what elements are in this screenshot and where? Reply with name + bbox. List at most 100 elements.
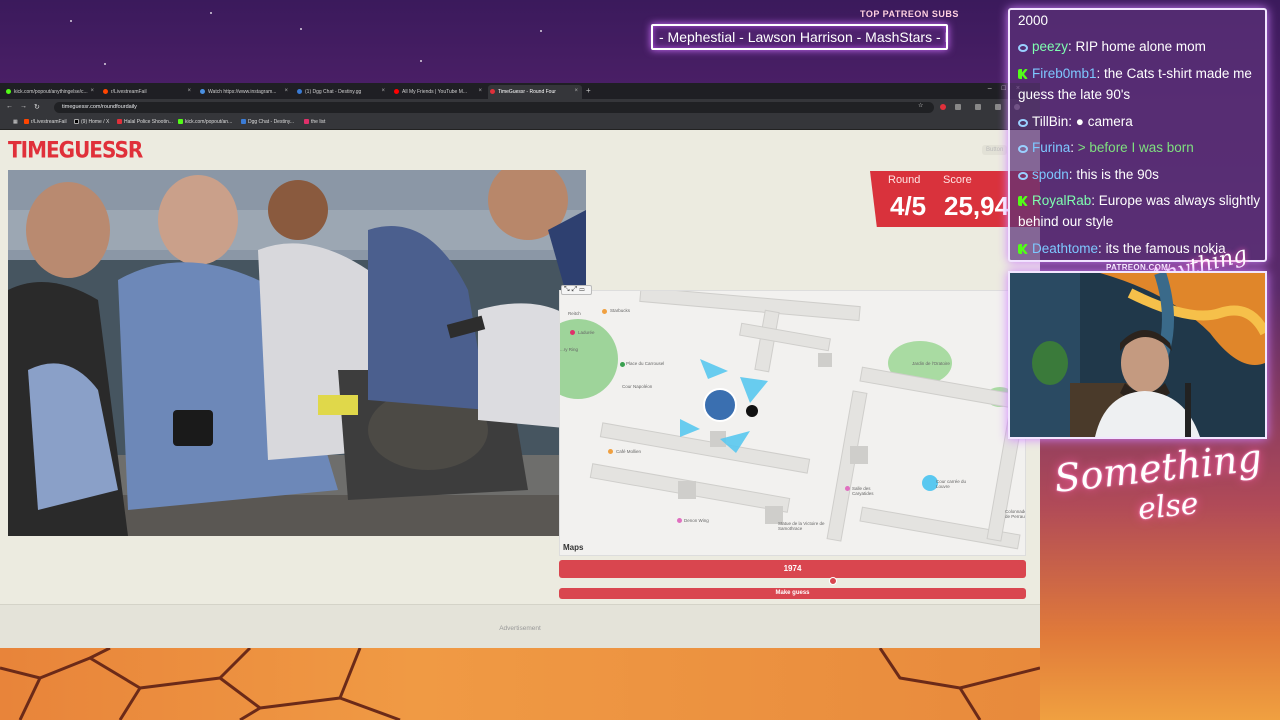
map-label-salle-caryatides: Salle des Caryatides [852,486,874,496]
extension-icon[interactable] [955,104,961,110]
address-bar-row: ← → ↻ timeguessr.com/roundfourdaily ☆ [0,99,1040,115]
bookmark-x-home[interactable]: (9) Home / X [74,119,109,125]
map-label-cour-napoleon: Cour Napoléon [622,384,653,389]
map-pin-icon[interactable] [845,486,850,491]
chat-username: peezy [1032,39,1069,54]
tab-dgg-chat[interactable]: (1) Dgg Chat - Destiny.gg × [295,85,389,99]
map-pin-icon[interactable] [602,309,607,314]
list-icon [304,119,309,124]
round-value: 4/5 [890,191,927,221]
sub-badge-icon [1018,119,1028,127]
chat-text: RIP home alone mom [1075,39,1206,54]
dgg-icon [241,119,246,124]
chat-line: Furina: > before I was born [1018,137,1264,158]
bookmark-the-list[interactable]: the list [304,119,325,125]
bookmark-star-icon[interactable]: ☆ [918,102,924,109]
chat-username: Furina [1032,140,1071,155]
tab-timeguessr[interactable]: TimeGuessr - Round Four × [488,85,582,99]
bookmarks-bar: ▦ r/LivestreamFail (9) Home / X Halal Po… [0,115,1040,130]
year-slider-thumb[interactable] [829,577,837,585]
close-icon[interactable]: × [478,88,482,94]
header-button[interactable]: Button [982,145,1008,155]
map-label-cafe-mollien: Café Mollien [616,449,642,454]
close-icon[interactable]: × [574,88,578,94]
tab-bar: kick.com/popout/anythingelse/c... × r/Li… [0,83,1040,99]
map-pin-icon[interactable] [570,330,575,335]
apps-icon[interactable]: ▦ [6,119,18,125]
apple-maps-logo: Maps [563,543,583,552]
webcam-feed [1008,271,1267,439]
kick-icon [6,89,11,94]
map-pin-icon[interactable] [620,362,625,367]
back-icon[interactable]: ← [6,103,13,110]
timeguessr-icon [490,89,495,94]
chat-line: spodn: this is the 90s [1018,164,1264,185]
kick-badge-icon [1018,196,1028,206]
advertisement-label: Advertisement [499,625,541,632]
bookmark-label: r/LivestreamFail [31,119,67,125]
tab-label: kick.com/popout/anythingelse/c... [14,89,88,95]
map-pin-icon[interactable] [677,518,682,523]
chat-line: peezy: RIP home alone mom [1018,36,1264,57]
guess-map[interactable]: Starbucks Ladurée Reitch ...ry Ring Plac… [559,290,1026,556]
chat-username: Fireb0mb1 [1032,66,1097,81]
close-icon[interactable]: × [284,88,288,94]
bookmark-label: Halal Police Shootin... [124,119,173,125]
top-patreon-title: TOP PATREON SUBS [860,9,959,19]
map-label-tuileries: ...ry Ring [560,347,579,352]
video-icon [117,119,122,124]
chat-text: this is the 90s [1076,167,1159,182]
tab-kick-popout[interactable]: kick.com/popout/anythingelse/c... × [4,85,98,99]
forward-icon[interactable]: → [20,103,27,110]
tab-label: (1) Dgg Chat - Destiny.gg [305,89,362,95]
bookmark-kick-popout[interactable]: kick.com/popout/an... [178,119,232,125]
extension-icon[interactable] [940,104,946,110]
tab-livestreamfail[interactable]: r/LivestreamFail × [101,85,195,99]
globe-icon [200,89,205,94]
bookmark-halal-police[interactable]: Halal Police Shootin... [117,119,173,125]
score-value: 25,94 [944,191,1010,221]
bookmark-label: Dgg Chat - Destiny... [248,119,295,125]
dgg-icon [297,89,302,94]
bookmark-livestreamfail[interactable]: r/LivestreamFail [24,119,67,125]
map-label-statue-victoire: Statue de la Victoire de Samothrace [778,521,825,531]
year-slider[interactable]: 1974 [559,560,1026,578]
bookmark-label: (9) Home / X [81,119,110,125]
timeguessr-logo[interactable]: TIMEGUESSR [8,137,143,163]
chat-text: camera [1087,114,1133,129]
extension-icon[interactable] [995,104,1001,110]
reddit-icon [103,89,108,94]
chat-username: spodn [1032,167,1069,182]
url-input[interactable]: timeguessr.com/roundfourdaily [54,102,934,113]
tab-label: All My Friends | YouTube M... [402,89,468,95]
chat-username: Deathtome [1032,241,1099,256]
close-icon[interactable]: × [187,88,191,94]
tab-youtube[interactable]: All My Friends | YouTube M... × [392,85,486,99]
tab-label: TimeGuessr - Round Four [498,89,556,95]
advertisement-bar: Advertisement [0,604,1040,648]
close-icon[interactable]: × [381,88,385,94]
patreon-subs-marquee: - Mephestial - Lawson Harrison - MashSta… [651,24,948,50]
chat-line: 2000 [1018,10,1264,31]
kick-badge-icon [1018,244,1028,254]
something-else-logo: Something else [1052,435,1267,538]
map-label-starbucks: Starbucks [610,308,631,313]
new-tab-icon[interactable]: + [586,86,591,95]
close-icon[interactable]: × [90,88,94,94]
map-pin-icon[interactable] [608,449,613,454]
extension-icon[interactable] [975,104,981,110]
bookmark-dgg-chat[interactable]: Dgg Chat - Destiny... [241,119,294,125]
map-label-place-carrousel: Place du Carrousel [626,361,665,366]
tab-instagram[interactable]: Watch https://www.instagram... × [198,85,292,99]
chat-line: Fireb0mb1: the Cats t-shirt made me gues… [1018,66,1252,102]
round-photo [8,170,586,536]
map-tools[interactable]: ⤡⤢▭ [561,285,592,295]
reddit-icon [24,119,29,124]
chat-line: RoyalRab: Europe was always slightly beh… [1018,193,1261,229]
stream-chat: 2000 peezy: RIP home alone mom Fireb0mb1… [1008,8,1267,262]
reload-icon[interactable]: ↻ [34,103,40,111]
emote-icon: ● [1075,114,1084,129]
map-label-colonnade: Colonnade de Perrault [1005,509,1026,519]
tab-label: r/LivestreamFail [111,89,147,95]
make-guess-button[interactable]: Make guess [559,588,1026,599]
